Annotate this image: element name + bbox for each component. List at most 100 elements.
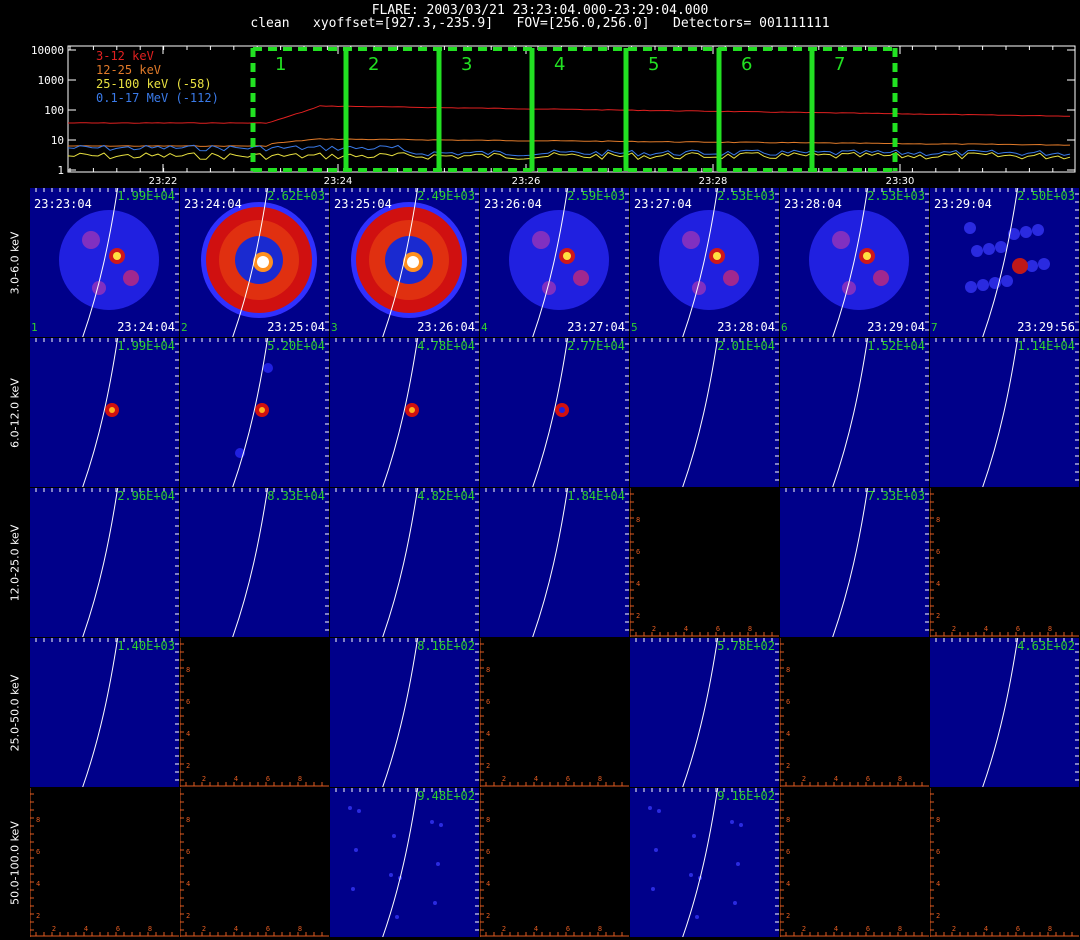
x-tick-label: 23:24 <box>324 176 353 187</box>
image-cell: 1.84E+04 <box>480 488 629 637</box>
start-time: 23:28:04 <box>784 197 842 211</box>
image-cell: 9.16E+02 <box>630 788 779 937</box>
legend-entry: 12-25 keV <box>96 63 162 77</box>
interval-number: 5 <box>648 54 659 75</box>
image-map <box>180 338 329 487</box>
image-map <box>330 338 479 487</box>
y-tick-label: 2 <box>786 762 790 770</box>
image-map <box>30 338 179 487</box>
interval-number: 4 <box>481 321 488 334</box>
interval-number: 7 <box>834 54 845 75</box>
y-tick-label: 8 <box>36 816 40 824</box>
image-cell: 2 2 4 4 6 6 8 8 <box>480 788 629 937</box>
x-tick-label: 2 <box>202 775 206 783</box>
y-tick-label: 8 <box>936 816 940 824</box>
image-cell: 2 2 4 4 6 6 8 8 <box>930 788 1079 937</box>
x-tick-label: 23:28 <box>699 176 728 187</box>
end-time: 23:25:04 <box>267 320 325 334</box>
x-tick-label: 6 <box>1016 625 1020 633</box>
x-tick-label: 2 <box>802 775 806 783</box>
y-tick-label: 8 <box>486 666 490 674</box>
y-tick-label: 8 <box>636 516 640 524</box>
image-cell: 1.40E+03 <box>30 638 179 787</box>
image-map <box>30 488 179 637</box>
image-cell: 2 2 4 4 6 6 8 8 <box>630 488 779 637</box>
x-tick-label: 6 <box>266 925 270 933</box>
peak-value: 2.96E+04 <box>117 489 175 503</box>
x-tick-label: 4 <box>234 925 238 933</box>
peak-value: 2.53E+03 <box>867 189 925 203</box>
y-tick-label: 2 <box>636 612 640 620</box>
x-tick-label: 8 <box>598 775 602 783</box>
interval-number: 3 <box>331 321 338 334</box>
y-tick-label: 2 <box>786 912 790 920</box>
y-tick-label: 2 <box>936 912 940 920</box>
x-tick-label: 6 <box>266 775 270 783</box>
image-cell: 2 2 4 4 6 6 8 8 <box>780 788 929 937</box>
image-map <box>30 638 179 787</box>
interval-number: 3 <box>461 54 472 75</box>
y-tick-label: 4 <box>486 880 490 888</box>
peak-value: 1.84E+04 <box>567 489 625 503</box>
x-tick-label: 8 <box>898 775 902 783</box>
y-tick-label: 4 <box>186 730 190 738</box>
y-tick-label: 6 <box>786 698 790 706</box>
peak-value: 8.16E+02 <box>417 639 475 653</box>
image-map <box>930 338 1079 487</box>
y-tick-label: 4 <box>636 580 640 588</box>
x-tick-label: 23:22 <box>149 176 178 187</box>
end-time: 23:29:56 <box>1017 320 1075 334</box>
image-map <box>330 788 479 937</box>
peak-value: 5.20E+04 <box>267 339 325 353</box>
peak-value: 2.49E+03 <box>417 189 475 203</box>
image-map <box>330 488 479 637</box>
interval-number: 2 <box>368 54 379 75</box>
x-tick-label: 8 <box>1048 625 1052 633</box>
energy-band-label: 3.0-6.0 keV <box>8 231 22 295</box>
image-cell: 4.82E+04 <box>330 488 479 637</box>
image-map <box>930 638 1079 787</box>
y-tick-label: 8 <box>186 666 190 674</box>
image-map <box>180 488 329 637</box>
x-tick-label: 23:26 <box>512 176 541 187</box>
image-cell: 2 2 4 4 6 6 8 8 <box>180 638 329 787</box>
image-cell: 2.53E+03 23:27:04 23:28:04 5 <box>630 188 779 337</box>
end-time: 23:29:04 <box>867 320 925 334</box>
peak-value: 7.33E+03 <box>867 489 925 503</box>
image-cell: 9.48E+02 <box>330 788 479 937</box>
legend-entry: 3-12 keV <box>96 49 154 63</box>
y-tick-label: 1 <box>57 164 64 177</box>
peak-value: 9.16E+02 <box>717 789 775 803</box>
y-tick-label: 6 <box>36 848 40 856</box>
peak-value: 5.78E+02 <box>717 639 775 653</box>
image-cell: 2.62E+03 23:24:04 23:25:04 2 <box>180 188 329 337</box>
x-tick-label: 4 <box>984 925 988 933</box>
legend-entry: 25-100 keV (-58) <box>96 77 212 91</box>
x-tick-label: 4 <box>984 625 988 633</box>
image-cell: 5.78E+02 <box>630 638 779 787</box>
start-time: 23:27:04 <box>634 197 692 211</box>
y-tick-label: 8 <box>186 816 190 824</box>
y-tick-label: 6 <box>186 698 190 706</box>
image-cell: 4.63E+02 <box>930 638 1079 787</box>
image-map <box>630 788 779 937</box>
image-map <box>780 338 929 487</box>
image-cell: 2.96E+04 <box>30 488 179 637</box>
peak-value: 2.53E+03 <box>717 189 775 203</box>
image-cell: 2 2 4 4 6 6 8 8 <box>30 788 179 937</box>
peak-value: 2.77E+04 <box>567 339 625 353</box>
x-tick-label: 2 <box>652 625 656 633</box>
image-cell: 2 2 4 4 6 6 8 8 <box>480 638 629 787</box>
y-tick-label: 2 <box>486 762 490 770</box>
x-tick-label: 2 <box>802 925 806 933</box>
image-map <box>630 338 779 487</box>
energy-band-label: 25.0-50.0 keV <box>8 674 22 752</box>
image-cell: 5.20E+04 <box>180 338 329 487</box>
image-cell: 1.99E+04 23:23:04 23:24:04 1 <box>30 188 179 337</box>
image-cell: 7.33E+03 <box>780 488 929 637</box>
peak-value: 2.62E+03 <box>267 189 325 203</box>
image-map <box>480 488 629 637</box>
x-tick-label: 8 <box>748 625 752 633</box>
image-cell: 2 2 4 4 6 6 8 8 <box>180 788 329 937</box>
image-map <box>630 638 779 787</box>
